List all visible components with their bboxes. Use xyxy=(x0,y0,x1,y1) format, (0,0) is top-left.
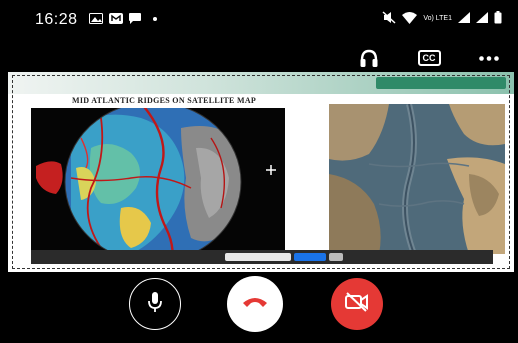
signal-icon xyxy=(476,12,488,25)
headphones-icon[interactable] xyxy=(356,47,382,69)
mic-button[interactable] xyxy=(129,278,181,330)
signal-icon xyxy=(458,12,470,25)
wifi-icon xyxy=(402,11,418,26)
shared-screen[interactable]: MID ATLANTIC RIDGES ON SATELLITE MAP xyxy=(8,72,514,272)
camera-off-icon xyxy=(344,291,370,317)
slide-header-banner xyxy=(8,72,514,94)
satellite-globe-image xyxy=(31,108,285,250)
status-time: 16:28 xyxy=(35,11,78,28)
gallery-icon xyxy=(89,13,103,24)
slide-title: MID ATLANTIC RIDGES ON SATELLITE MAP xyxy=(72,96,257,105)
end-call-button[interactable] xyxy=(227,276,283,332)
ocean-floor-map-image xyxy=(329,104,505,254)
call-toolbar: CC xyxy=(356,47,502,69)
stop-sharing-button[interactable] xyxy=(294,253,326,261)
notification-icons xyxy=(89,13,157,24)
chat-icon xyxy=(129,13,141,24)
mute-icon xyxy=(382,11,396,26)
camera-toggle-button[interactable] xyxy=(331,278,383,330)
network-label: Vo) LTE1 xyxy=(423,15,452,22)
status-bar: 16:28 Vo) LTE1 xyxy=(0,0,518,36)
screen-share-notice xyxy=(225,253,291,261)
hide-notice-button[interactable] xyxy=(329,253,343,261)
end-call-icon xyxy=(242,295,268,313)
more-options-icon[interactable] xyxy=(476,47,502,69)
messenger-icon xyxy=(109,13,123,24)
closed-caption-icon[interactable]: CC xyxy=(416,47,442,69)
system-status-icons: Vo) LTE1 xyxy=(382,11,502,26)
closed-caption-label: CC xyxy=(417,50,441,66)
microphone-icon xyxy=(147,291,163,318)
slide-header-tag xyxy=(376,77,506,89)
more-notifications-dot xyxy=(153,16,157,21)
battery-icon xyxy=(494,11,502,26)
